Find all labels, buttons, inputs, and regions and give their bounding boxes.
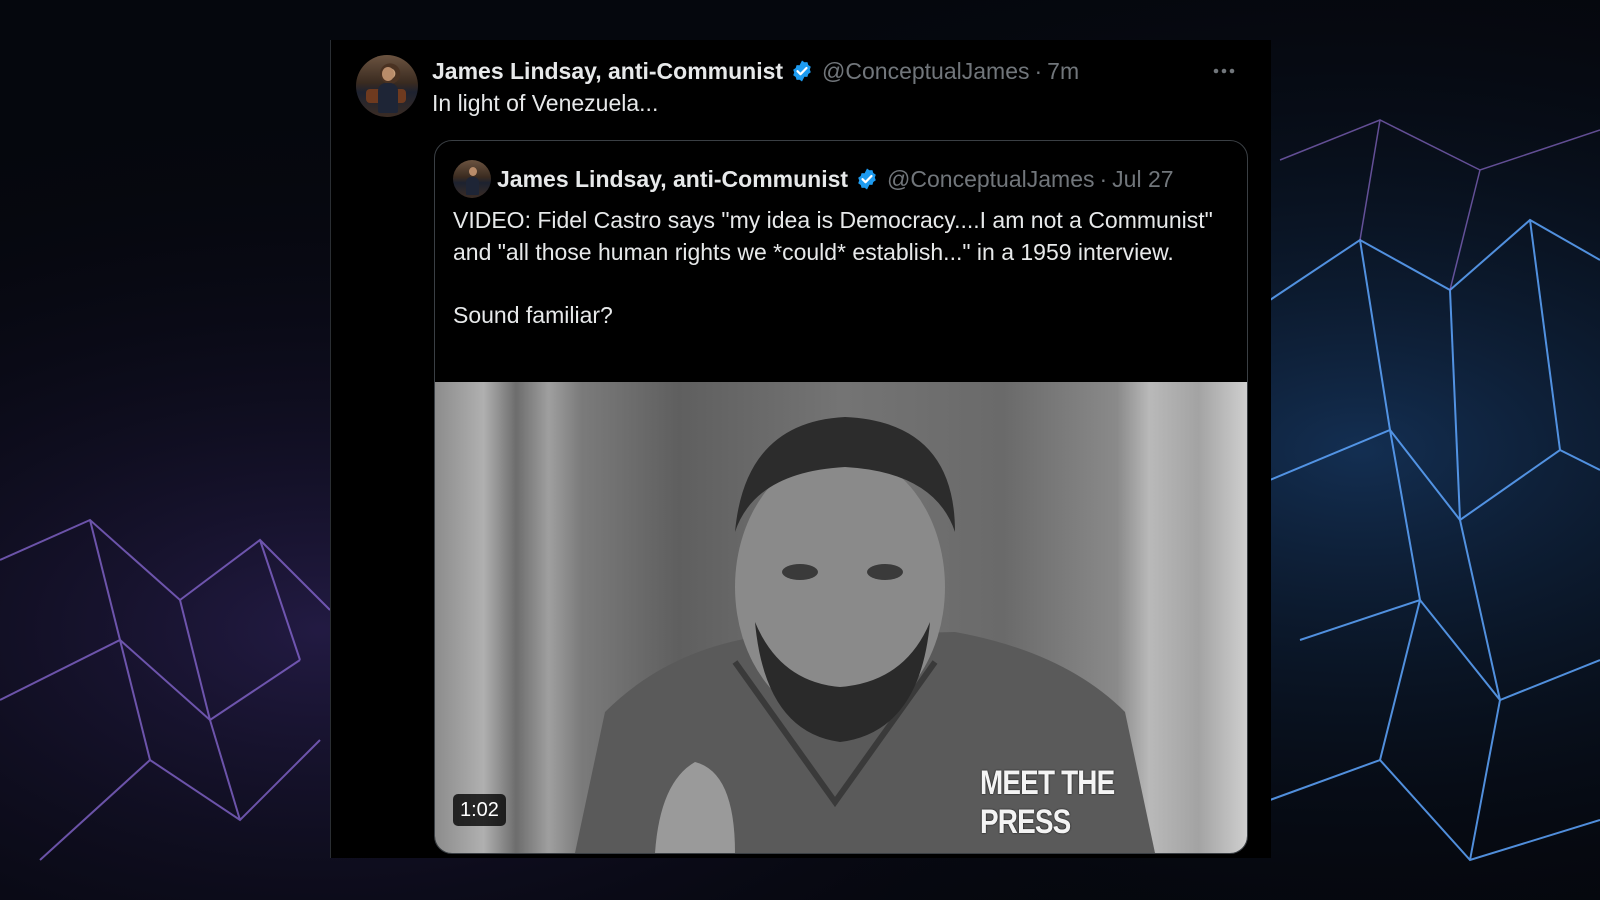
more-options-icon[interactable] [1211, 58, 1237, 84]
avatar-head-shape [382, 67, 394, 81]
video-duration-badge: 1:02 [453, 794, 506, 826]
quoted-avatar-body-shape [466, 177, 479, 195]
quoted-verified-badge-icon [858, 168, 876, 190]
quoted-separator-dot: · [1099, 165, 1108, 192]
author-avatar[interactable] [356, 55, 418, 117]
quoted-tweet-timestamp[interactable]: Jul 27 [1112, 166, 1173, 193]
tweet-text: In light of Venezuela... [432, 90, 659, 116]
video-watermark: MEET THE PRESS [980, 764, 1115, 841]
quoted-tweet-text: VIDEO: Fidel Castro says "my idea is Dem… [453, 207, 1213, 328]
quoted-author-avatar[interactable] [453, 160, 491, 198]
quoted-author-name[interactable]: James Lindsay, anti-Communist [497, 166, 848, 193]
quoted-tweet[interactable]: James Lindsay, anti-Communist @Conceptua… [434, 140, 1248, 854]
video-player[interactable]: 1:02 MEET THE PRESS [435, 382, 1247, 853]
tweet-header: James Lindsay, anti-Communist @Conceptua… [432, 54, 1079, 88]
quoted-author-handle[interactable]: @ConceptualJames [887, 166, 1094, 193]
separator-dot: · [1034, 57, 1043, 84]
author-name[interactable]: James Lindsay, anti-Communist [432, 58, 783, 85]
avatar-body-shape [378, 83, 398, 113]
author-handle[interactable]: @ConceptualJames [822, 58, 1029, 85]
tweet-timestamp[interactable]: 7m [1047, 58, 1079, 85]
quoted-tweet-header: James Lindsay, anti-Communist @Conceptua… [497, 161, 1174, 197]
verified-badge-icon [793, 60, 811, 82]
tweet-card[interactable]: James Lindsay, anti-Communist @Conceptua… [330, 40, 1271, 858]
quoted-avatar-head-shape [469, 167, 477, 176]
